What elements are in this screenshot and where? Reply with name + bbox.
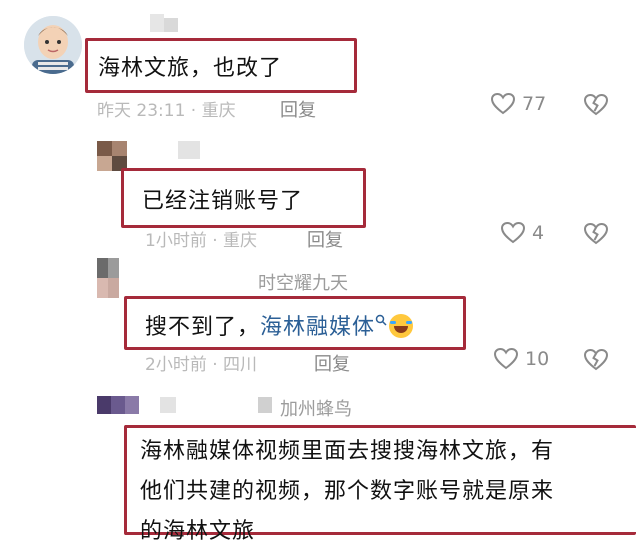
heart-outline-icon	[500, 221, 526, 244]
avatar[interactable]	[24, 16, 82, 74]
comment-text: 已经注销账号了	[142, 189, 304, 214]
username-mosaic	[150, 14, 180, 32]
comment-text: 海林融媒体视频里面去搜搜海林文旅，有 他们共建的视频，那个数字账号就是原来 的海…	[140, 432, 620, 552]
badge-mosaic	[258, 397, 272, 413]
comment-text: 海林文旅，也改了	[98, 56, 283, 81]
reply-button[interactable]: 回复	[314, 350, 350, 376]
comment-text-line: 他们共建的视频，那个数字账号就是原来	[140, 479, 555, 504]
reply-button[interactable]: 回复	[280, 96, 316, 122]
comment-time: 2小时前 · 四川	[145, 355, 258, 375]
heart-outline-icon	[493, 347, 519, 370]
comment-time: 昨天 23:11 · 重庆	[97, 101, 236, 121]
like-count: 10	[525, 348, 550, 370]
comment-time: 1小时前 · 重庆	[145, 231, 258, 251]
broken-heart-icon[interactable]	[583, 93, 609, 117]
comment-text-prefix: 搜不到了，	[145, 315, 261, 340]
avatar[interactable]	[97, 258, 119, 298]
like-button[interactable]: 77	[490, 92, 546, 116]
heart-outline-icon	[490, 92, 516, 115]
username[interactable]: 加州蜂鸟	[280, 395, 352, 421]
username[interactable]: 时空耀九天	[258, 269, 348, 295]
broken-heart-icon[interactable]	[583, 222, 609, 246]
like-button[interactable]: 10	[493, 347, 549, 371]
like-button[interactable]: 4	[500, 221, 544, 245]
like-count: 77	[522, 93, 547, 115]
comment-text: 搜不到了，海林融媒体	[145, 309, 414, 341]
username-mosaic	[160, 397, 176, 413]
avatar[interactable]	[97, 141, 127, 171]
comment-text-line: 的海林文旅	[140, 519, 256, 544]
comment-text-line: 海林融媒体视频里面去搜搜海林文旅，有	[140, 439, 555, 464]
user-mention-link[interactable]: 海林融媒体	[260, 315, 375, 340]
reply-button[interactable]: 回复	[307, 226, 343, 252]
like-count: 4	[532, 222, 545, 244]
laughing-emoji-icon	[389, 314, 414, 338]
avatar[interactable]	[97, 396, 139, 414]
broken-heart-icon[interactable]	[583, 348, 609, 372]
search-icon[interactable]	[375, 314, 387, 326]
username-mosaic	[178, 141, 200, 159]
